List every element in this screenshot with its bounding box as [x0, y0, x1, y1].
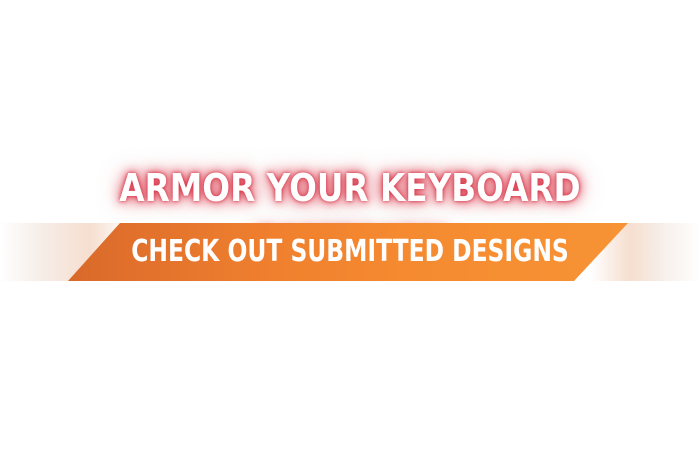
cta-label[interactable]: CHECK OUT SUBMITTED DESIGNS	[77, 223, 623, 281]
banner-stage: ARMOR YOUR KEYBOARD CAMPAIGN CHECK OUT S…	[0, 0, 700, 461]
cta-banner[interactable]: CHECK OUT SUBMITTED DESIGNS	[0, 223, 700, 281]
